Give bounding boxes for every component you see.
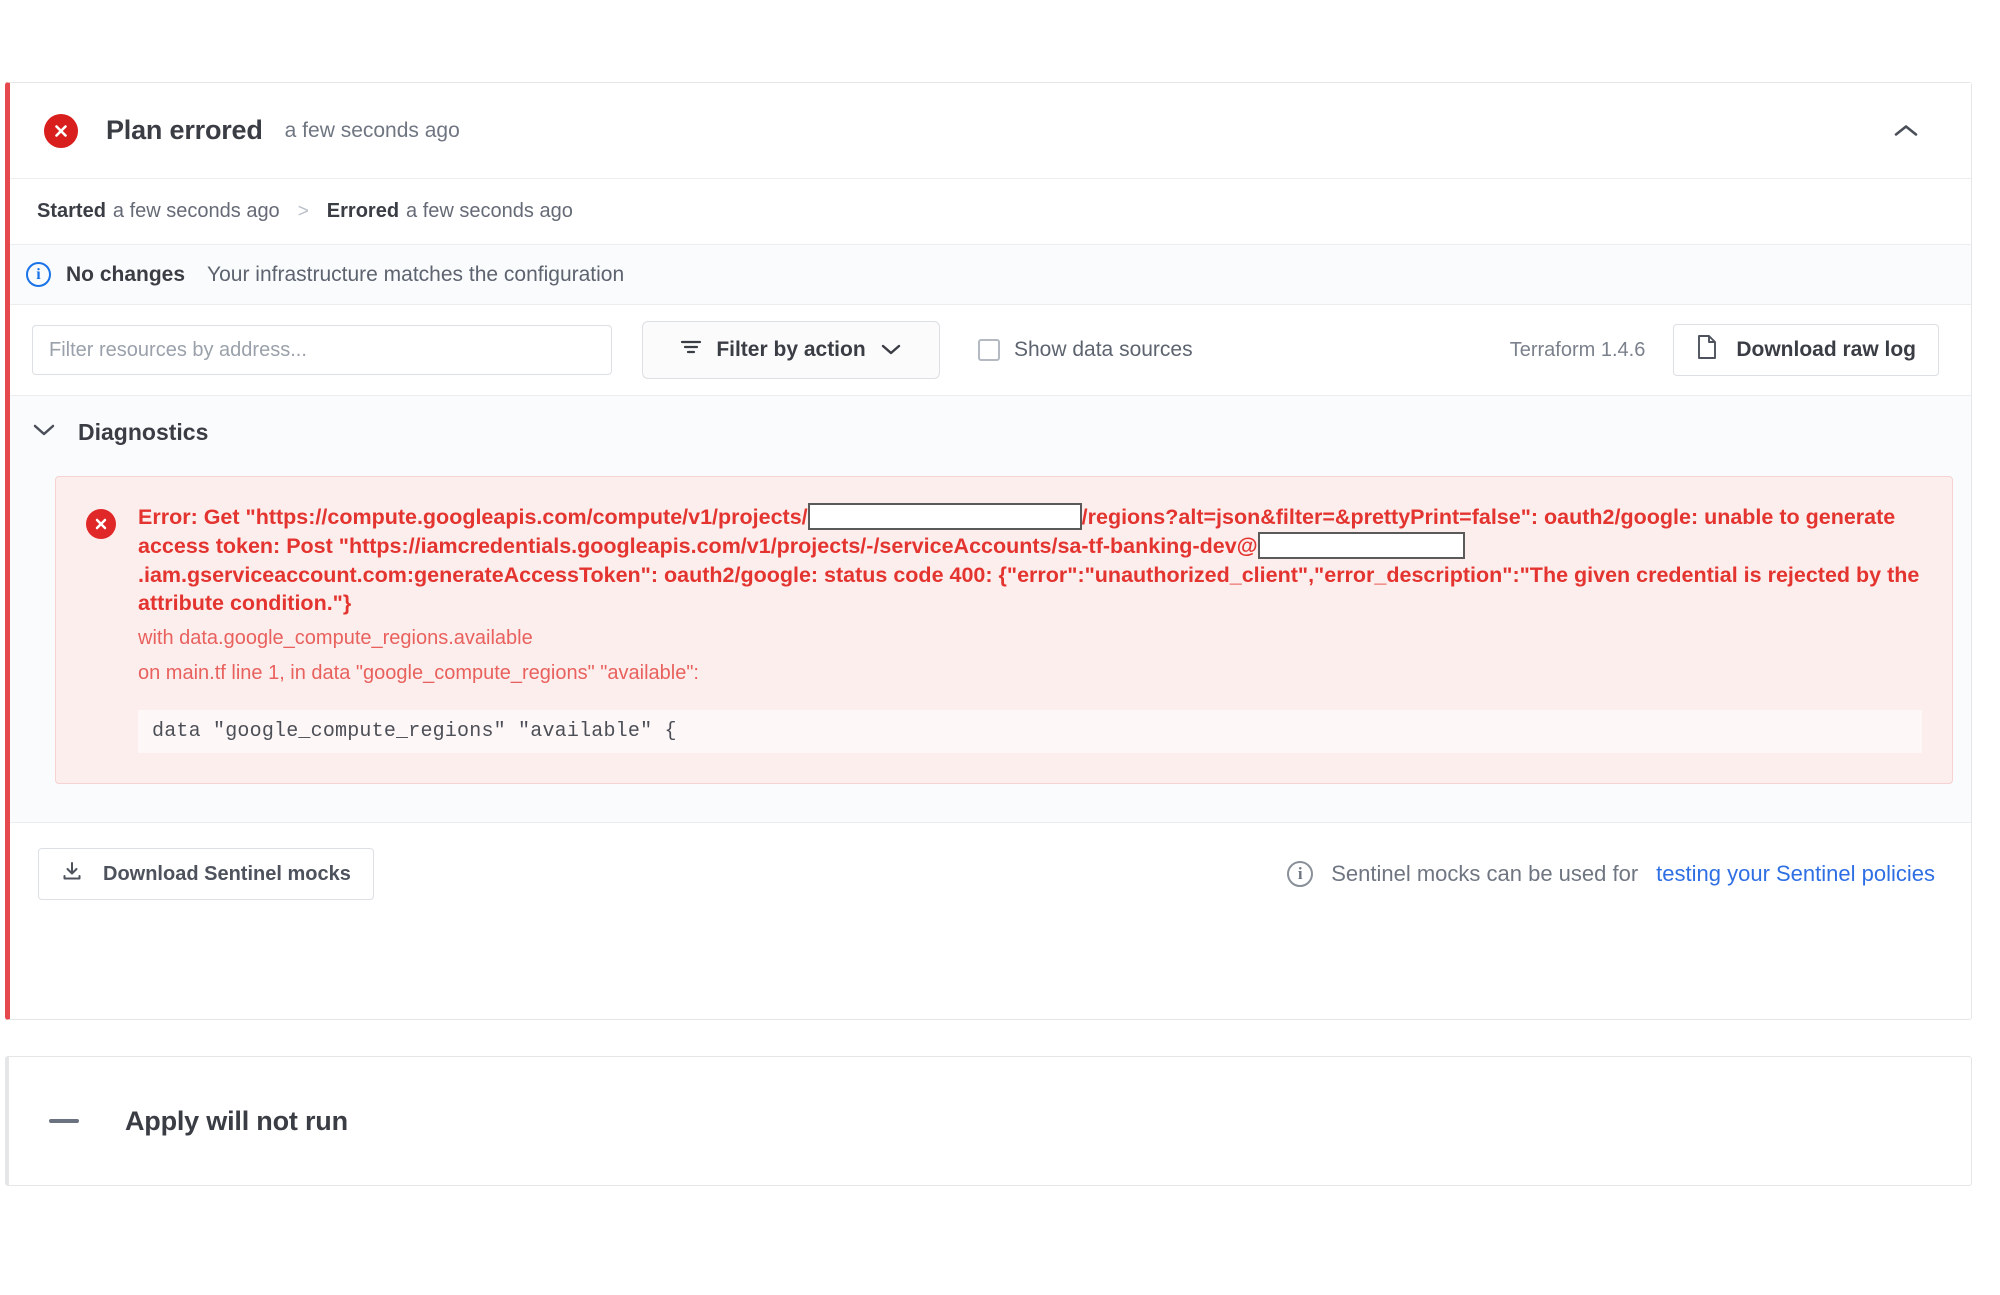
chevron-up-icon[interactable] xyxy=(1889,114,1923,148)
download-sentinel-mocks-label: Download Sentinel mocks xyxy=(103,862,351,885)
download-sentinel-mocks-button[interactable]: Download Sentinel mocks xyxy=(38,848,374,901)
no-changes-description: Your infrastructure matches the configur… xyxy=(207,262,625,286)
sentinel-policies-link[interactable]: testing your Sentinel policies xyxy=(1656,861,1935,887)
plan-toolbar: Filter by action Show data sources Terra… xyxy=(10,305,1971,396)
timeline-started: Started a few seconds ago xyxy=(37,200,280,223)
diagnostic-error-with-line: with data.google_compute_regions.availab… xyxy=(138,626,533,649)
info-circle-icon: i xyxy=(1287,861,1314,888)
error-message-part-1: Error: Get "https://compute.googleapis.c… xyxy=(138,505,808,529)
info-circle-icon: i xyxy=(26,262,51,287)
terraform-version-label: Terraform 1.4.6 xyxy=(1509,338,1646,361)
show-data-sources-checkbox[interactable]: Show data sources xyxy=(978,338,1193,362)
error-circle-x-icon xyxy=(86,509,116,539)
timeline-started-value: a few seconds ago xyxy=(112,200,280,222)
diagnostic-error-card: Error: Get "https://compute.googleapis.c… xyxy=(55,476,1953,784)
plan-errored-panel: Plan errored a few seconds ago Started a … xyxy=(5,82,1972,1020)
plan-panel-header[interactable]: Plan errored a few seconds ago xyxy=(10,83,1971,179)
diagnostics-section: Diagnostics Error: Get "https://compute.… xyxy=(10,396,1971,822)
timeline-errored-value: a few seconds ago xyxy=(406,200,573,222)
sentinel-note: i Sentinel mocks can be used for testing… xyxy=(1287,861,1935,888)
no-changes-banner: i No changes Your infrastructure matches… xyxy=(10,245,1971,305)
filter-by-action-label: Filter by action xyxy=(716,338,866,361)
error-circle-x-icon xyxy=(44,113,78,148)
error-message-part-3: .iam.gserviceaccount.com:generateAccessT… xyxy=(138,562,1920,616)
checkbox-box-icon xyxy=(978,339,1000,361)
diagnostics-title: Diagnostics xyxy=(78,418,209,445)
plan-timestamp: a few seconds ago xyxy=(284,118,460,142)
sentinel-note-text: Sentinel mocks can be used for xyxy=(1331,861,1639,887)
filter-by-action-button[interactable]: Filter by action xyxy=(642,321,940,379)
chevron-down-icon xyxy=(32,422,56,442)
run-details-page: Plan errored a few seconds ago Started a … xyxy=(0,0,2000,1295)
redacted-project-id-2 xyxy=(1257,531,1465,559)
dash-icon xyxy=(49,1119,79,1123)
filter-resources-input[interactable] xyxy=(32,325,612,375)
page-title: Plan errored xyxy=(106,115,263,145)
no-changes-title: No changes xyxy=(66,262,186,286)
diagnostic-code-snippet: data "google_compute_regions" "available… xyxy=(138,709,1922,753)
timeline-started-label: Started xyxy=(37,200,106,222)
timeline-separator: > xyxy=(297,200,309,222)
apply-panel-title: Apply will not run xyxy=(125,1105,348,1136)
download-raw-log-label: Download raw log xyxy=(1736,338,1916,361)
timeline-errored: Errored a few seconds ago xyxy=(327,200,573,223)
run-timeline: Started a few seconds ago > Errored a few … xyxy=(10,179,1971,245)
redacted-project-id-1 xyxy=(807,502,1082,530)
show-data-sources-label: Show data sources xyxy=(1014,338,1193,361)
apply-will-not-run-panel[interactable]: Apply will not run xyxy=(5,1056,1972,1186)
diagnostic-error-message: Error: Get "https://compute.googleapis.c… xyxy=(138,502,1922,618)
download-icon xyxy=(61,860,83,888)
chevron-down-icon xyxy=(880,338,902,362)
diagnostics-toggle[interactable]: Diagnostics xyxy=(10,396,1971,468)
timeline-errored-label: Errored xyxy=(326,200,400,222)
sentinel-footer: Download Sentinel mocks i Sentinel mocks… xyxy=(10,821,1971,926)
diagnostic-error-body: Error: Get "https://compute.googleapis.c… xyxy=(138,502,1922,753)
filter-icon xyxy=(680,338,702,362)
file-icon xyxy=(1696,334,1718,366)
download-raw-log-button[interactable]: Download raw log xyxy=(1673,324,1939,376)
diagnostic-error-on-line: on main.tf line 1, in data "google_compu… xyxy=(138,661,699,684)
